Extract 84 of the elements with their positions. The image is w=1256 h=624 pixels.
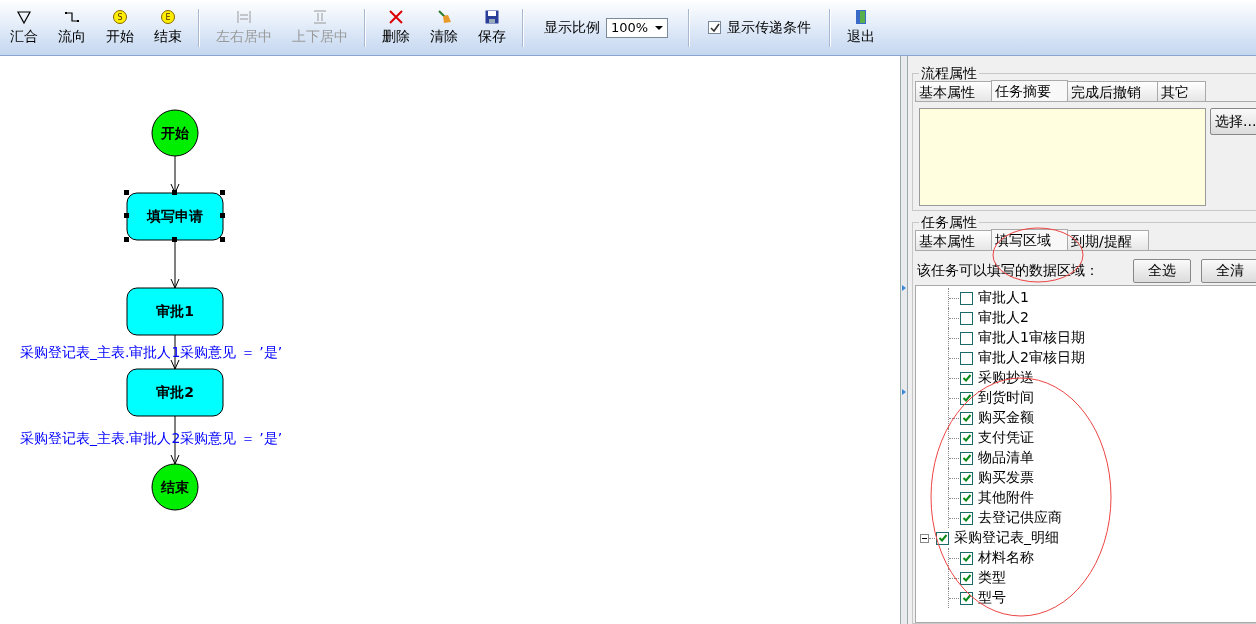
tree-button[interactable]: 全选	[1133, 259, 1191, 283]
node-label: 结束	[161, 479, 189, 495]
triangle-icon	[902, 285, 906, 291]
checkbox[interactable]	[936, 531, 949, 545]
checkbox[interactable]	[960, 351, 973, 365]
checkbox[interactable]	[960, 371, 973, 385]
tree-item[interactable]: 购买金额	[978, 409, 1034, 427]
group-title: 任务属性	[920, 215, 978, 229]
select-button[interactable]: 选择...	[1210, 108, 1256, 135]
tree-item[interactable]: 支付凭证	[978, 429, 1034, 447]
checkbox[interactable]	[960, 311, 973, 325]
triangle-icon	[902, 389, 906, 395]
connector-arrow	[170, 414, 180, 465]
checkbox[interactable]	[960, 431, 973, 445]
door-icon	[853, 9, 869, 25]
tree-item[interactable]: 材料名称	[978, 549, 1034, 567]
tree-item[interactable]: 审批人2	[978, 309, 1029, 327]
node-label: 开始	[161, 125, 189, 141]
tree-item[interactable]: 审批人1审核日期	[978, 329, 1085, 347]
save-icon	[484, 9, 500, 25]
checkbox[interactable]	[960, 551, 973, 565]
triangle-icon	[16, 9, 32, 25]
tree-item[interactable]: 型号	[978, 589, 1006, 607]
connector-arrow	[170, 239, 180, 289]
checkbox[interactable]	[960, 291, 973, 305]
checkbox[interactable]	[960, 571, 973, 585]
align-horizontal-icon	[236, 9, 252, 25]
delete-icon	[388, 9, 404, 25]
toolbar-button[interactable]: E 结束	[148, 5, 188, 50]
tree-item[interactable]: 购买发票	[978, 469, 1034, 487]
task-node[interactable]	[126, 287, 224, 336]
toolbar-button[interactable]: S 开始	[100, 5, 140, 50]
tree-item[interactable]: 审批人1	[978, 289, 1029, 307]
start-node[interactable]	[151, 109, 199, 157]
tab[interactable]: 到期/提醒	[1067, 230, 1149, 250]
checkbox[interactable]	[960, 471, 973, 485]
checkbox[interactable]	[960, 331, 973, 345]
tab[interactable]: 任务摘要	[991, 80, 1068, 101]
toolbar-button[interactable]: 汇合	[4, 5, 44, 50]
node-label: 填写申请	[147, 208, 203, 224]
tree-item[interactable]: 去登记供应商	[978, 509, 1062, 527]
tree-item[interactable]: 物品清单	[978, 449, 1034, 467]
task-node[interactable]	[126, 368, 224, 417]
checkbox[interactable]	[960, 411, 973, 425]
connector-icon	[64, 9, 80, 25]
data-area-caption: 该任务可以填写的数据区域：	[917, 262, 1099, 280]
broom-icon	[436, 9, 452, 25]
tree-button[interactable]: 全清	[1201, 259, 1256, 283]
circle-letter-icon: S	[112, 9, 128, 25]
toolbar-button[interactable]: 流向	[52, 5, 92, 50]
checkbox[interactable]	[960, 391, 973, 405]
tree-item[interactable]: 类型	[978, 569, 1006, 587]
toolbar-button[interactable]: 清除	[424, 5, 464, 50]
checkbox[interactable]	[960, 451, 973, 465]
node-label: 审批1	[156, 303, 194, 319]
tree-item[interactable]: 到货时间	[978, 389, 1034, 407]
collapse-icon[interactable]	[920, 533, 929, 543]
checkbox[interactable]	[960, 511, 973, 525]
tab[interactable]: 其它	[1157, 81, 1206, 101]
end-node[interactable]	[151, 463, 199, 511]
align-vertical-icon	[312, 9, 328, 25]
caret-icon	[655, 25, 663, 30]
toolbar-button[interactable]: 删除	[376, 5, 416, 50]
zoom-label: 显示比例	[544, 18, 600, 37]
checkbox[interactable]	[960, 491, 973, 505]
group-title: 流程属性	[920, 66, 978, 80]
condition-label: 采购登记表_主表.审批人1采购意见 ＝ ’是’	[20, 344, 283, 360]
circle-letter-icon: E	[160, 9, 176, 25]
zoom-dropdown[interactable]: 100%	[606, 17, 668, 38]
toolbar-button[interactable]: 退出	[841, 5, 881, 50]
tree-item[interactable]: 采购登记表_明细	[954, 529, 1059, 547]
checkbox[interactable]	[708, 21, 721, 34]
node-label: 审批2	[156, 384, 194, 400]
tab[interactable]: 填写区域	[991, 229, 1068, 250]
toolbar-button[interactable]: 保存	[472, 5, 512, 50]
checkbox-label: 显示传递条件	[727, 18, 811, 37]
checkbox[interactable]	[960, 591, 973, 605]
tree-item[interactable]: 审批人2审核日期	[978, 349, 1085, 367]
tab[interactable]: 基本属性	[915, 230, 992, 250]
tab[interactable]: 基本属性	[915, 81, 992, 101]
condition-label: 采购登记表_主表.审批人2采购意见 ＝ ’是’	[20, 430, 283, 446]
summary-field[interactable]	[919, 108, 1206, 206]
tree-item[interactable]: 其他附件	[978, 489, 1034, 507]
tab[interactable]: 完成后撤销	[1067, 81, 1158, 101]
